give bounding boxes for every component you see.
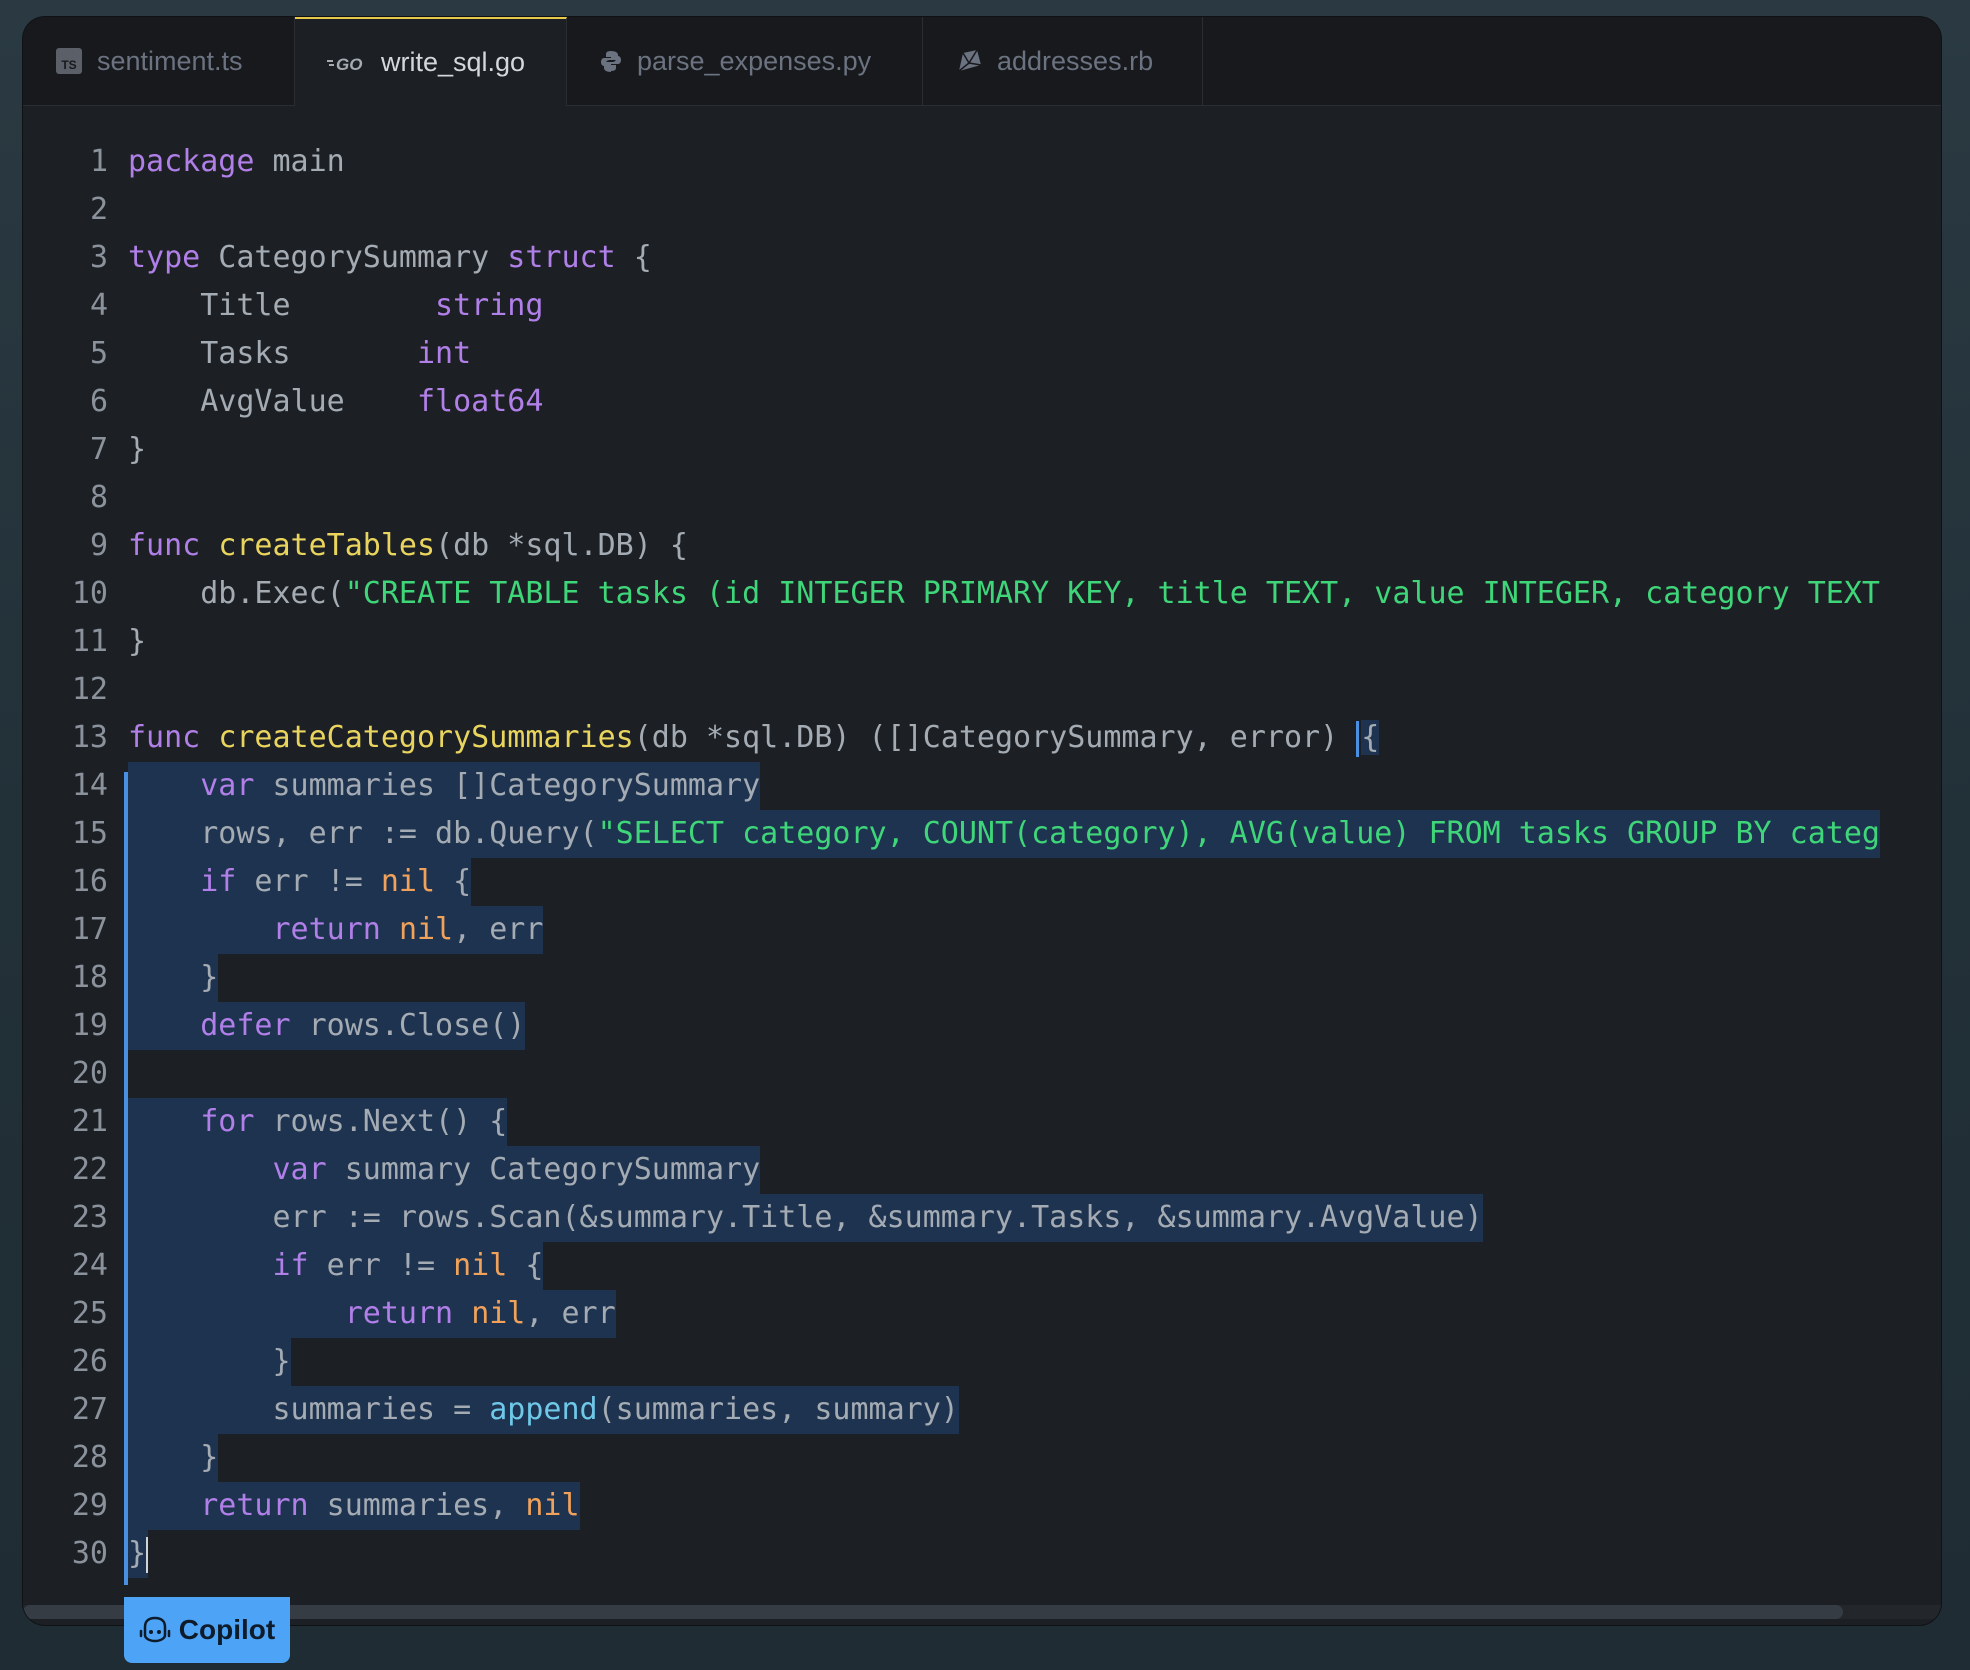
code-line[interactable]: 21 for rows.Next() { (23, 1098, 1941, 1146)
line-number: 26 (71, 1344, 108, 1379)
line-number: 22 (71, 1152, 108, 1187)
line-number: 3 (89, 240, 108, 275)
line-number: 21 (71, 1104, 108, 1139)
code-line[interactable]: 13 func createCategorySummaries(db *sql.… (23, 714, 1941, 762)
code-line[interactable]: 27 summaries = append(summaries, summary… (23, 1386, 1941, 1434)
svg-text:GO: GO (336, 55, 362, 74)
horizontal-scrollbar[interactable] (23, 1585, 1941, 1625)
code-line[interactable]: 20 (23, 1050, 1941, 1098)
copilot-label: Copilot (178, 1614, 276, 1645)
tab-label: write_sql.go (381, 47, 526, 77)
tab-bar: TS sentiment.ts GO write_sql.go parse_ex… (23, 17, 1941, 106)
code-line[interactable]: 1 package main (23, 138, 1941, 186)
line-number: 4 (89, 288, 108, 323)
line-number: 25 (71, 1296, 108, 1331)
line-number: 30 (71, 1536, 108, 1571)
tab-label: sentiment.ts (97, 45, 243, 76)
svg-text:TS: TS (61, 58, 76, 72)
go-icon: GO (327, 52, 367, 74)
code-line[interactable]: 10 db.Exec("CREATE TABLE tasks (id INTEG… (23, 570, 1941, 618)
code-line[interactable]: 26 } (23, 1338, 1941, 1386)
code-line[interactable]: 5 Tasks int (23, 330, 1941, 378)
line-number: 2 (89, 192, 108, 227)
line-number: 10 (71, 576, 108, 611)
code-line[interactable]: 24 if err != nil { (23, 1242, 1941, 1290)
line-number: 29 (71, 1488, 108, 1523)
line-number: 19 (71, 1008, 108, 1043)
line-number: 14 (71, 768, 108, 803)
line-number: 13 (71, 720, 108, 755)
line-number: 12 (71, 672, 108, 707)
code-line[interactable]: 2 (23, 186, 1941, 234)
code-editor[interactable]: 1 package main 2 3 type CategorySummary … (23, 106, 1941, 1624)
code-line[interactable]: 29 return summaries, nil (23, 1482, 1941, 1530)
line-number: 1 (89, 144, 108, 179)
line-number: 8 (89, 480, 108, 515)
code-line[interactable]: 17 return nil, err (23, 906, 1941, 954)
line-number: 11 (71, 624, 108, 659)
code-line[interactable]: 8 (23, 474, 1941, 522)
line-number: 18 (71, 960, 108, 995)
code-line[interactable]: 23 err := rows.Scan(&summary.Title, &sum… (23, 1194, 1941, 1242)
text-cursor (146, 1536, 149, 1573)
editor-window: TS sentiment.ts GO write_sql.go parse_ex… (23, 17, 1941, 1625)
code-line[interactable]: 18 } (23, 954, 1941, 1002)
line-number: 7 (89, 432, 108, 467)
code-line[interactable]: 15 rows, err := db.Query("SELECT categor… (23, 810, 1941, 858)
line-number: 20 (71, 1056, 108, 1091)
code-line[interactable]: 9 func createTables(db *sql.DB) { (23, 522, 1941, 570)
tab-write-sql-go[interactable]: GO write_sql.go (295, 17, 567, 106)
typescript-icon: TS (55, 47, 83, 75)
code-line[interactable]: 19 defer rows.Close() (23, 1002, 1941, 1050)
text-cursor (1356, 720, 1360, 757)
tab-label: addresses.rb (997, 45, 1154, 76)
line-number: 16 (71, 864, 108, 899)
line-number: 9 (89, 528, 108, 563)
code-line[interactable]: 16 if err != nil { (23, 858, 1941, 906)
line-number: 23 (71, 1200, 108, 1235)
line-number: 6 (89, 384, 108, 419)
line-number: 27 (71, 1392, 108, 1427)
code-line[interactable]: 22 var summary CategorySummary (23, 1146, 1941, 1194)
code-line[interactable]: 14 var summaries []CategorySummary (23, 762, 1941, 810)
scrollbar-thumb[interactable] (23, 1605, 1843, 1619)
tab-parse-expenses-py[interactable]: parse_expenses.py (567, 17, 923, 105)
tab-sentiment-ts[interactable]: TS sentiment.ts (23, 17, 295, 105)
copilot-button[interactable]: Copilot (124, 1597, 290, 1663)
code-line[interactable]: 4 Title string (23, 282, 1941, 330)
tab-addresses-rb[interactable]: addresses.rb (923, 17, 1203, 105)
ruby-icon (955, 47, 983, 75)
line-number: 28 (71, 1440, 108, 1475)
line-number: 15 (71, 816, 108, 851)
python-icon (599, 49, 623, 73)
line-number: 17 (71, 912, 108, 947)
code-line[interactable]: 30 } (23, 1530, 1941, 1578)
code-line[interactable]: 12 (23, 666, 1941, 714)
line-number: 24 (71, 1248, 108, 1283)
code-line[interactable]: 11 } (23, 618, 1941, 666)
code-line[interactable]: 3 type CategorySummary struct { (23, 234, 1941, 282)
code-line[interactable]: 25 return nil, err (23, 1290, 1941, 1338)
tab-label: parse_expenses.py (637, 45, 872, 76)
code-line[interactable]: 6 AvgValue float64 (23, 378, 1941, 426)
line-number: 5 (89, 336, 108, 371)
copilot-icon (139, 1615, 171, 1645)
code-line[interactable]: 7 } (23, 426, 1941, 474)
code-line[interactable]: 28 } (23, 1434, 1941, 1482)
